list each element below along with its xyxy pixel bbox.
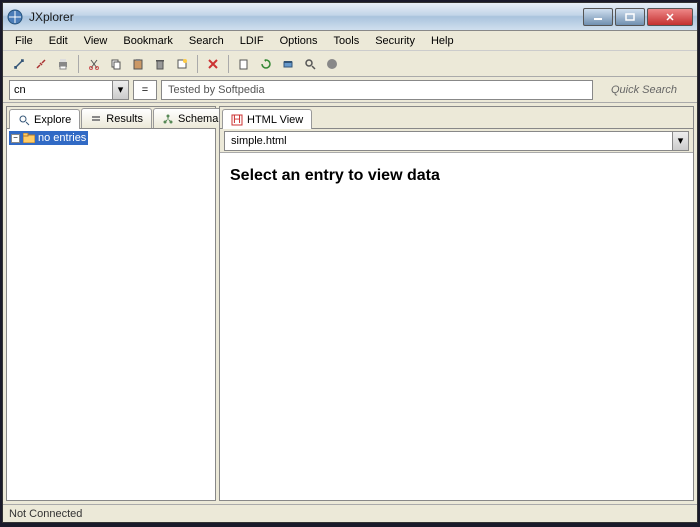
- toolbar-separator: [78, 55, 79, 73]
- cut-icon[interactable]: [84, 54, 104, 74]
- tab-results[interactable]: Results: [81, 108, 152, 128]
- html-view-area: Select an entry to view data: [220, 153, 693, 500]
- menu-security[interactable]: Security: [367, 33, 423, 49]
- paste-icon[interactable]: [128, 54, 148, 74]
- left-panel: Explore Results Schema − no entries: [6, 106, 216, 501]
- toolbar-separator: [197, 55, 198, 73]
- connect-icon[interactable]: [9, 54, 29, 74]
- html-icon: H: [231, 114, 243, 126]
- quick-search-link[interactable]: Quick Search: [597, 84, 691, 96]
- toolbar-separator: [228, 55, 229, 73]
- attribute-combo[interactable]: cn ▾: [9, 80, 129, 100]
- app-window: JXplorer File Edit View Bookmark Search …: [2, 2, 698, 523]
- tab-label: Schema: [178, 113, 218, 125]
- search-input[interactable]: Tested by Softpedia: [161, 80, 593, 100]
- operator-combo[interactable]: =: [133, 80, 157, 100]
- search-value: Tested by Softpedia: [168, 84, 265, 96]
- menu-file[interactable]: File: [7, 33, 41, 49]
- tree-node-label: no entries: [38, 132, 86, 144]
- menubar: File Edit View Bookmark Search LDIF Opti…: [3, 31, 697, 51]
- disconnect-icon[interactable]: [31, 54, 51, 74]
- stop-icon[interactable]: [322, 54, 342, 74]
- attribute-value: cn: [14, 84, 26, 96]
- print-icon[interactable]: [53, 54, 73, 74]
- menu-options[interactable]: Options: [272, 33, 326, 49]
- folder-icon: [23, 133, 35, 143]
- search-icon[interactable]: [300, 54, 320, 74]
- status-text: Not Connected: [9, 508, 82, 520]
- right-tabs: H HTML View: [220, 107, 693, 129]
- tab-label: HTML View: [247, 114, 303, 126]
- content-area: Explore Results Schema − no entries: [3, 103, 697, 504]
- left-tabs: Explore Results Schema: [7, 107, 215, 129]
- menu-ldif[interactable]: LDIF: [232, 33, 272, 49]
- bookmark-icon[interactable]: [278, 54, 298, 74]
- tab-label: Results: [106, 113, 143, 125]
- tab-label: Explore: [34, 114, 71, 126]
- app-icon: [7, 9, 23, 25]
- maximize-button[interactable]: [615, 8, 645, 26]
- window-title: JXplorer: [29, 10, 581, 24]
- refresh-icon[interactable]: [256, 54, 276, 74]
- close-button[interactable]: [647, 8, 693, 26]
- explore-icon: [18, 114, 30, 126]
- copy-dn-icon[interactable]: [234, 54, 254, 74]
- menu-search[interactable]: Search: [181, 33, 232, 49]
- menu-bookmark[interactable]: Bookmark: [115, 33, 181, 49]
- template-selector-row: simple.html ▾: [220, 129, 693, 153]
- operator-value: =: [142, 84, 148, 96]
- template-combo[interactable]: simple.html ▾: [224, 131, 689, 151]
- dropdown-arrow-icon: ▾: [112, 81, 128, 99]
- tab-schema[interactable]: Schema: [153, 108, 227, 128]
- tab-html-view[interactable]: H HTML View: [222, 109, 312, 129]
- menu-tools[interactable]: Tools: [326, 33, 368, 49]
- tree-expand-icon[interactable]: −: [11, 134, 20, 143]
- titlebar: JXplorer: [3, 3, 697, 31]
- delete-icon[interactable]: [150, 54, 170, 74]
- minimize-button[interactable]: [583, 8, 613, 26]
- menu-edit[interactable]: Edit: [41, 33, 76, 49]
- toolbar: [3, 51, 697, 77]
- dropdown-arrow-icon: ▾: [672, 132, 688, 150]
- template-name: simple.html: [231, 135, 287, 147]
- tree-view[interactable]: − no entries: [7, 129, 215, 500]
- tab-explore[interactable]: Explore: [9, 109, 80, 129]
- menu-help[interactable]: Help: [423, 33, 462, 49]
- window-controls: [581, 8, 693, 26]
- quick-search-bar: cn ▾ = Tested by Softpedia Quick Search: [3, 77, 697, 103]
- new-icon[interactable]: [172, 54, 192, 74]
- menu-view[interactable]: View: [76, 33, 116, 49]
- copy-icon[interactable]: [106, 54, 126, 74]
- schema-icon: [162, 113, 174, 125]
- view-placeholder-message: Select an entry to view data: [230, 167, 683, 185]
- results-icon: [90, 113, 102, 125]
- tree-root-node[interactable]: − no entries: [9, 131, 88, 145]
- svg-text:H: H: [233, 114, 241, 126]
- right-panel: H HTML View simple.html ▾ Select an entr…: [219, 106, 694, 501]
- cancel-icon[interactable]: [203, 54, 223, 74]
- statusbar: Not Connected: [3, 504, 697, 522]
